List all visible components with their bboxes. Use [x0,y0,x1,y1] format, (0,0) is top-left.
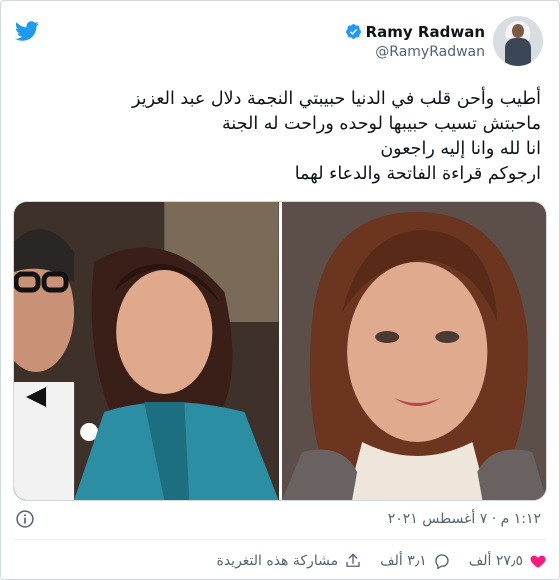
tweet-header: Ramy Radwan @RamyRadwan [345,13,543,69]
tweet-line: انا لله وانا إليه راجعون [380,139,541,159]
twitter-bird-icon[interactable] [13,19,41,43]
reply-count: ٣٫١ ألف [380,553,427,569]
tweet-line: أطيب وأحن قلب في الدنيا حبيبتي النجمة دل… [132,89,541,109]
comment-icon [435,554,449,570]
handle[interactable]: @RamyRadwan [345,44,485,60]
tweet-timestamp[interactable]: ١:١٢ م · ٧ أغسطس ٢٠٢١ [388,511,541,527]
share-icon [346,553,360,567]
share-label: مشاركة هذه التغريدة [216,553,339,569]
share-action[interactable]: مشاركة هذه التغريدة [216,552,362,570]
avatar-head [512,24,524,38]
photo-portrait-illustration [281,202,546,500]
tweet-photos [13,201,547,501]
photo-couple-illustration [14,202,279,500]
heart-icon [530,555,546,568]
divider [13,539,547,540]
photo-portrait[interactable] [281,202,546,500]
tweet-text: أطيب وأحن قلب في الدنيا حبيبتي النجمة دل… [17,87,541,187]
avatar-body [505,38,531,66]
info-icon[interactable] [15,509,35,529]
reply-action[interactable]: ٣٫١ ألف [380,552,451,570]
tweet-card: Ramy Radwan @RamyRadwan أطيب وأحن قلب في… [0,0,560,580]
photo-couple[interactable] [14,202,279,500]
display-name: Ramy Radwan [365,22,485,41]
like-action[interactable]: ٢٧٫٥ ألف [469,552,547,570]
avatar[interactable] [493,16,543,66]
like-count: ٢٧٫٥ ألف [468,553,523,569]
tweet-line: ماحبتش تسيب حبيبها لوحده وراحت له الجنة [222,114,541,134]
author-names: Ramy Radwan @RamyRadwan [345,23,485,60]
tweet-actions: ٢٧٫٥ ألف ٣٫١ ألف مشاركة هذه التغريدة [216,550,547,572]
tweet-line: ارجوكم قراءة الفاتحة والدعاء لهما [294,164,541,184]
author-name-row[interactable]: Ramy Radwan [345,23,485,41]
verified-badge-icon [345,24,361,39]
